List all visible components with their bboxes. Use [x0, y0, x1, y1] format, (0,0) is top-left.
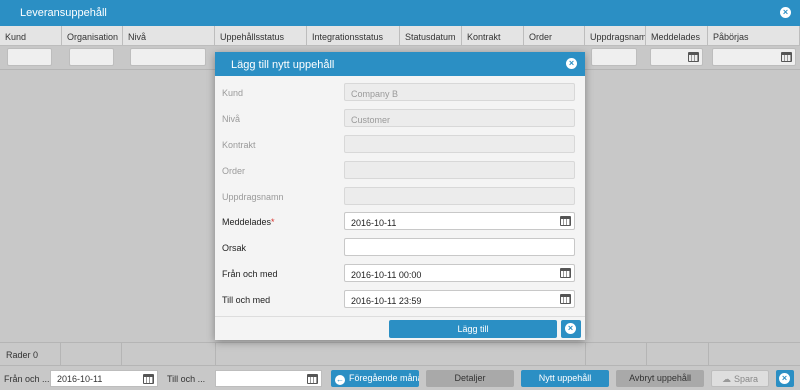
window-header: Leveransuppehåll × [0, 0, 800, 26]
status-divider [708, 343, 709, 366]
filter-input-paborjas[interactable] [712, 48, 796, 66]
field-label-meddelades: Meddelades* [222, 217, 275, 227]
calendar-icon[interactable] [143, 374, 154, 384]
footer-close-button[interactable]: × [776, 370, 794, 387]
filter-input-niva[interactable] [130, 48, 206, 66]
from-date-value: 2016-10-11 [57, 374, 103, 384]
calendar-icon[interactable] [688, 52, 699, 62]
dialog-cancel-button[interactable]: × [561, 320, 581, 338]
status-divider [646, 343, 647, 366]
field-input-uppdragsnamn [344, 187, 575, 205]
status-divider [60, 343, 61, 366]
field-label-order: Order [222, 166, 246, 176]
column-header-paborjas[interactable]: Påbörjas [708, 26, 800, 46]
field-value-meddelades: 2016-10-11 [351, 218, 397, 228]
filter-input-uppdragsnamn[interactable] [591, 48, 637, 66]
field-label-orsak: Orsak [222, 243, 247, 253]
calendar-icon[interactable] [560, 216, 571, 226]
field-input-fran-och-med[interactable]: 2016-10-11 00:00 [344, 264, 575, 282]
field-label-meddelades-text: Meddelades [222, 217, 272, 227]
from-date-label: Från och ... [4, 374, 50, 384]
field-input-kontrakt [344, 135, 575, 153]
column-header-order[interactable]: Order [524, 26, 585, 46]
dialog-title: Lägg till nytt uppehåll [231, 59, 335, 71]
grid-header: Kund Organisation Nivå Uppehållsstatus I… [0, 26, 800, 46]
close-icon[interactable]: × [780, 7, 791, 18]
to-date-label: Till och ... [167, 374, 206, 384]
calendar-icon[interactable] [560, 294, 571, 304]
from-date-field[interactable]: 2016-10-11 [50, 370, 158, 387]
column-header-niva[interactable]: Nivå [123, 26, 215, 46]
row-count: Rader 0 [6, 350, 39, 360]
column-header-organisation[interactable]: Organisation [62, 26, 123, 46]
close-icon: × [565, 323, 576, 334]
status-divider [121, 343, 122, 366]
field-label-till-och-med: Till och med [222, 295, 271, 305]
cloud-upload-icon: ☁ [721, 374, 731, 384]
field-input-orsak[interactable] [344, 238, 575, 256]
previous-month-label: Föregående månad [349, 373, 419, 383]
column-header-uppdragsnamn[interactable]: Uppdragsnamn [585, 26, 646, 46]
new-hold-button[interactable]: Nytt uppehåll [521, 370, 609, 387]
status-bar: Rader 0 [0, 342, 800, 366]
details-button[interactable]: Detaljer [426, 370, 514, 387]
field-label-uppdragsnamn: Uppdragsnamn [222, 192, 284, 202]
field-value-till-och-med: 2016-10-11 23:59 [351, 296, 422, 306]
add-hold-dialog: Lägg till nytt uppehåll × Kund Company B… [215, 52, 585, 340]
add-button[interactable]: Lägg till [389, 320, 557, 338]
column-header-integrationsstatus[interactable]: Integrationsstatus [307, 26, 400, 46]
column-header-uppehallsstatus[interactable]: Uppehållsstatus [215, 26, 307, 46]
required-mark: * [271, 217, 275, 227]
field-input-till-och-med[interactable]: 2016-10-11 23:59 [344, 290, 575, 308]
field-label-niva: Nivå [222, 114, 241, 124]
filter-input-kund[interactable] [7, 48, 52, 66]
column-header-kund[interactable]: Kund [0, 26, 62, 46]
arrow-left-icon: ← [335, 375, 345, 385]
field-input-niva: Customer [344, 109, 575, 127]
save-button[interactable]: ☁ Spara [711, 370, 769, 387]
footer-toolbar: Från och ... 2016-10-11 Till och ... ← Fö… [0, 366, 800, 390]
status-divider [215, 343, 216, 366]
status-divider [585, 343, 586, 366]
field-label-kontrakt: Kontrakt [222, 140, 256, 150]
save-label: Spara [733, 374, 759, 384]
column-header-meddelades[interactable]: Meddelades [646, 26, 708, 46]
filter-input-meddelades[interactable] [650, 48, 703, 66]
calendar-icon[interactable] [307, 374, 318, 384]
cancel-hold-button[interactable]: Avbryt uppehåll [616, 370, 704, 387]
calendar-icon[interactable] [560, 268, 571, 278]
field-label-fran-och-med: Från och med [222, 269, 278, 279]
column-header-statusdatum[interactable]: Statusdatum [400, 26, 462, 46]
to-date-field[interactable] [215, 370, 322, 387]
window-title: Leveransuppehåll [20, 7, 107, 19]
field-input-order [344, 161, 575, 179]
field-value-fran-och-med: 2016-10-11 00:00 [351, 270, 422, 280]
field-label-kund: Kund [222, 88, 244, 98]
previous-month-button[interactable]: ← Föregående månad [331, 370, 419, 387]
close-icon[interactable]: × [566, 58, 577, 69]
field-input-meddelades[interactable]: 2016-10-11 [344, 212, 575, 230]
close-icon: × [779, 373, 790, 384]
calendar-icon[interactable] [781, 52, 792, 62]
dialog-footer: Lägg till × [215, 316, 585, 340]
column-header-kontrakt[interactable]: Kontrakt [462, 26, 524, 46]
dialog-header: Lägg till nytt uppehåll × [215, 52, 585, 76]
field-input-kund: Company B [344, 83, 575, 101]
filter-input-organisation[interactable] [69, 48, 114, 66]
